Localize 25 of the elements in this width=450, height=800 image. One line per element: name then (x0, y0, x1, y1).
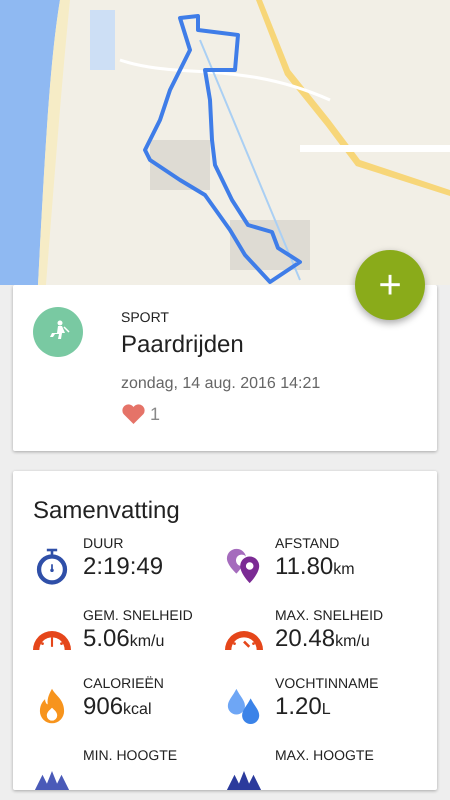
mountains-icon (225, 771, 263, 790)
activity-name: Paardrijden (121, 331, 245, 359)
stat-value: 5.06km/u (83, 625, 166, 653)
stat-value: 11.80km (275, 553, 355, 581)
stat-label: VOCHTINNAME (275, 675, 378, 691)
stat-value: 20.48km/u (275, 625, 371, 653)
stat-value: 2:19:49 (83, 553, 164, 581)
heart-icon[interactable] (121, 403, 146, 425)
speedometer-icon (33, 631, 71, 650)
stat-label: AFSTAND (275, 535, 340, 551)
stat-value: 906kcal (83, 693, 152, 721)
stat-label: MIN. HOOGTE (83, 747, 178, 763)
stat-label: CALORIEËN (83, 675, 164, 691)
horse-rider-icon (33, 307, 83, 357)
stat-label: DUUR (83, 535, 124, 551)
stat-label: MAX. HOOGTE (275, 747, 374, 763)
activity-date: zondag, 14 aug. 2016 14:21 (121, 375, 320, 393)
summary-title: Samenvatting (33, 497, 181, 525)
like-count: 1 (150, 404, 160, 424)
stat-value: 1.20L (275, 693, 332, 721)
speedometer-icon (225, 631, 263, 650)
stat-label: GEM. SNELHEID (83, 607, 193, 623)
category-label: SPORT (121, 309, 170, 325)
stat-label: MAX. SNELHEID (275, 607, 384, 623)
mountains-icon (33, 771, 71, 790)
